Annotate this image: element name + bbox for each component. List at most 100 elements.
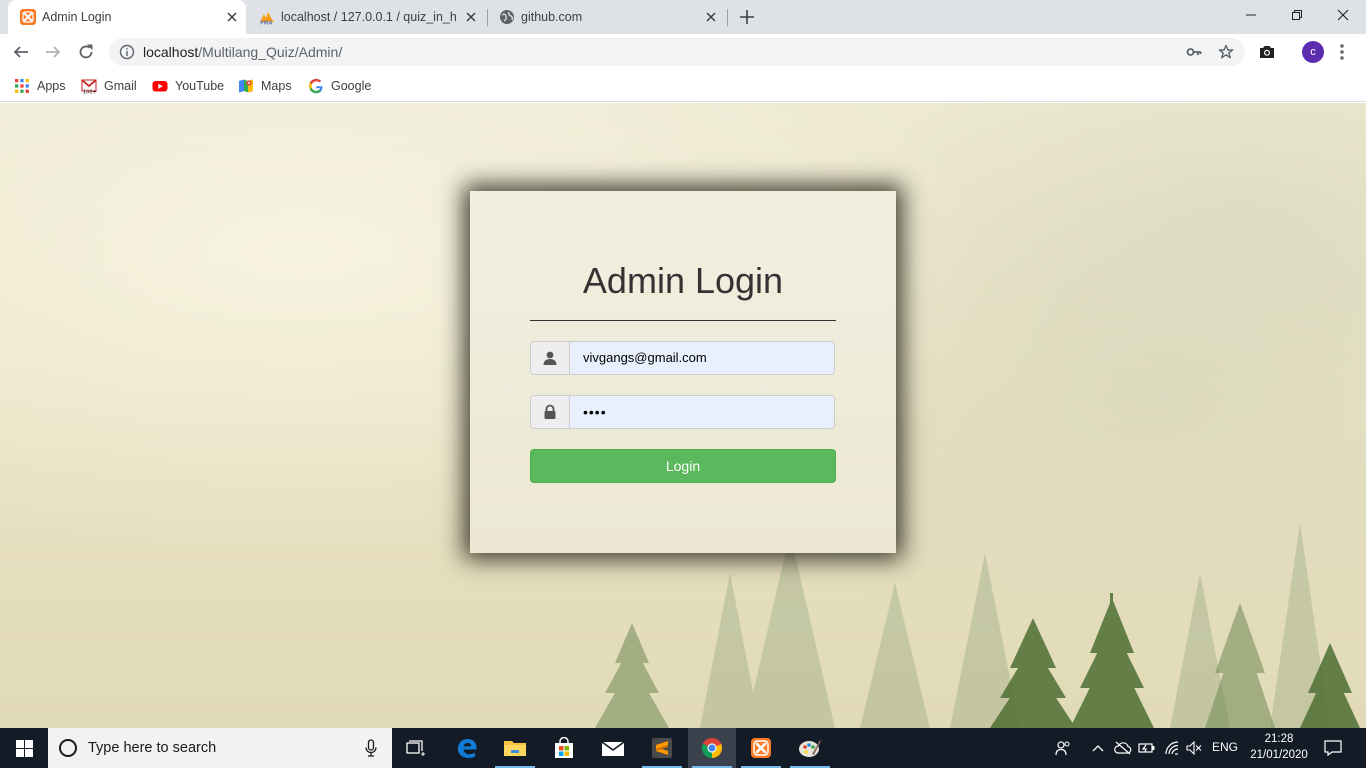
action-center-button[interactable]	[1322, 740, 1344, 756]
apps-grid-icon	[14, 78, 30, 94]
svg-text:100+: 100+	[83, 90, 97, 95]
url-path: /Multilang_Quiz/Admin/	[198, 44, 343, 60]
svg-text:PMA: PMA	[260, 21, 273, 26]
address-bar[interactable]: localhost/Multilang_Quiz/Admin/	[109, 38, 1245, 66]
maps-icon	[238, 78, 254, 94]
tab-strip: Admin Login PMA localhost / 127.0.0.1 / …	[0, 0, 1366, 34]
url-host: localhost	[143, 44, 199, 60]
taskbar-store[interactable]	[540, 728, 588, 768]
back-button[interactable]	[8, 39, 34, 65]
volume-muted-icon	[1186, 741, 1202, 755]
paint-icon	[798, 737, 822, 759]
taskbar-clock[interactable]: 21:28 21/01/2020	[1244, 731, 1314, 763]
tab-title: github.com	[521, 10, 583, 24]
close-tab-icon[interactable]	[463, 9, 479, 25]
battery-status[interactable]	[1138, 740, 1156, 756]
taskbar-mail[interactable]	[589, 728, 637, 768]
email-field[interactable]: vivgangs@gmail.com	[530, 341, 835, 375]
bookmark-maps[interactable]: Maps	[238, 77, 292, 95]
bookmarks-bar: Apps 100+ Gmail YouTube Maps Google	[0, 70, 1366, 102]
restore-button[interactable]	[1274, 0, 1320, 30]
address-url[interactable]: localhost/Multilang_Quiz/Admin/	[143, 44, 342, 60]
taskbar-file-explorer[interactable]	[491, 728, 539, 768]
windows-logo-icon	[15, 739, 33, 757]
xampp-icon	[750, 737, 772, 759]
minimize-button[interactable]	[1228, 0, 1274, 30]
input-language[interactable]: ENG	[1212, 740, 1238, 754]
login-card: Admin Login vivgangs@gmail.com •••• Logi…	[470, 191, 896, 553]
battery-charging-icon	[1138, 742, 1156, 754]
bookmark-gmail[interactable]: 100+ Gmail	[81, 77, 137, 95]
phpmyadmin-icon: PMA	[259, 9, 275, 25]
tab-github[interactable]: github.com	[487, 0, 725, 34]
people-button[interactable]	[1054, 740, 1072, 756]
login-title: Admin Login	[582, 260, 784, 301]
email-value[interactable]: vivgangs@gmail.com	[583, 342, 707, 374]
bookmark-label: Apps	[37, 79, 66, 93]
taskbar-xampp[interactable]	[737, 728, 785, 768]
show-hidden-icons-button[interactable]	[1090, 740, 1106, 756]
cloud-off-icon	[1114, 741, 1132, 755]
forward-button[interactable]	[40, 39, 66, 65]
camera-icon[interactable]	[1258, 43, 1276, 61]
close-tab-icon[interactable]	[703, 9, 719, 25]
clock-date: 21/01/2020	[1250, 749, 1308, 761]
mail-icon	[601, 739, 625, 757]
tab-phpmyadmin[interactable]: PMA localhost / 127.0.0.1 / quiz_in_hin	[247, 0, 485, 34]
bookmark-apps[interactable]: Apps	[14, 77, 66, 95]
xampp-icon	[20, 9, 36, 25]
profile-avatar[interactable]: c	[1302, 41, 1324, 63]
tab-admin-login[interactable]: Admin Login	[8, 0, 246, 34]
info-icon[interactable]	[119, 44, 135, 60]
taskbar-paint[interactable]	[786, 728, 834, 768]
wifi-icon	[1164, 741, 1180, 755]
password-value[interactable]: ••••	[583, 396, 607, 428]
gmail-icon: 100+	[81, 78, 97, 94]
lock-icon	[531, 396, 570, 428]
close-tab-icon[interactable]	[224, 9, 240, 25]
login-button[interactable]: Login	[530, 449, 836, 483]
taskbar-edge[interactable]	[443, 728, 491, 768]
chrome-icon	[701, 737, 723, 759]
bookmark-youtube[interactable]: YouTube	[152, 77, 224, 95]
microphone-icon[interactable]	[364, 739, 378, 757]
start-button[interactable]	[0, 728, 48, 768]
star-icon[interactable]	[1218, 44, 1234, 60]
key-icon[interactable]	[1186, 44, 1202, 60]
cortana-icon[interactable]	[58, 738, 78, 758]
search-placeholder[interactable]: Type here to search	[88, 740, 216, 756]
chevron-up-icon	[1092, 744, 1104, 752]
volume-control[interactable]	[1185, 740, 1203, 756]
password-field[interactable]: ••••	[530, 395, 835, 429]
taskbar-chrome[interactable]	[688, 728, 736, 768]
globe-icon	[499, 9, 515, 25]
google-icon	[308, 78, 324, 94]
network-status[interactable]	[1163, 740, 1181, 756]
bookmark-label: Google	[331, 79, 372, 93]
onedrive-status[interactable]	[1114, 740, 1132, 756]
task-view-button[interactable]	[392, 728, 440, 768]
sublime-text-icon	[651, 737, 673, 759]
folder-icon	[503, 738, 527, 758]
close-window-button[interactable]	[1320, 0, 1366, 30]
edge-icon	[456, 737, 478, 759]
bookmark-label: Maps	[261, 79, 292, 93]
bookmark-label: Gmail	[104, 79, 137, 93]
bookmark-google[interactable]: Google	[308, 77, 371, 95]
bookmark-label: YouTube	[175, 79, 225, 93]
task-view-icon	[406, 739, 426, 757]
tab-separator	[727, 9, 728, 26]
user-icon	[531, 342, 570, 374]
reload-button[interactable]	[73, 39, 99, 65]
title-divider	[530, 320, 836, 321]
tab-title: Admin Login	[42, 10, 112, 24]
browser-toolbar: localhost/Multilang_Quiz/Admin/ c	[0, 34, 1366, 70]
new-tab-button[interactable]	[737, 7, 757, 27]
more-menu-icon[interactable]	[1338, 42, 1346, 62]
clock-time: 21:28	[1264, 733, 1294, 745]
tab-title: localhost / 127.0.0.1 / quiz_in_hin	[281, 10, 457, 24]
people-icon	[1055, 740, 1071, 756]
page-background: Admin Login vivgangs@gmail.com •••• Logi…	[0, 103, 1366, 728]
taskbar-search[interactable]: Type here to search	[48, 728, 392, 768]
taskbar-sublime-text[interactable]	[638, 728, 686, 768]
